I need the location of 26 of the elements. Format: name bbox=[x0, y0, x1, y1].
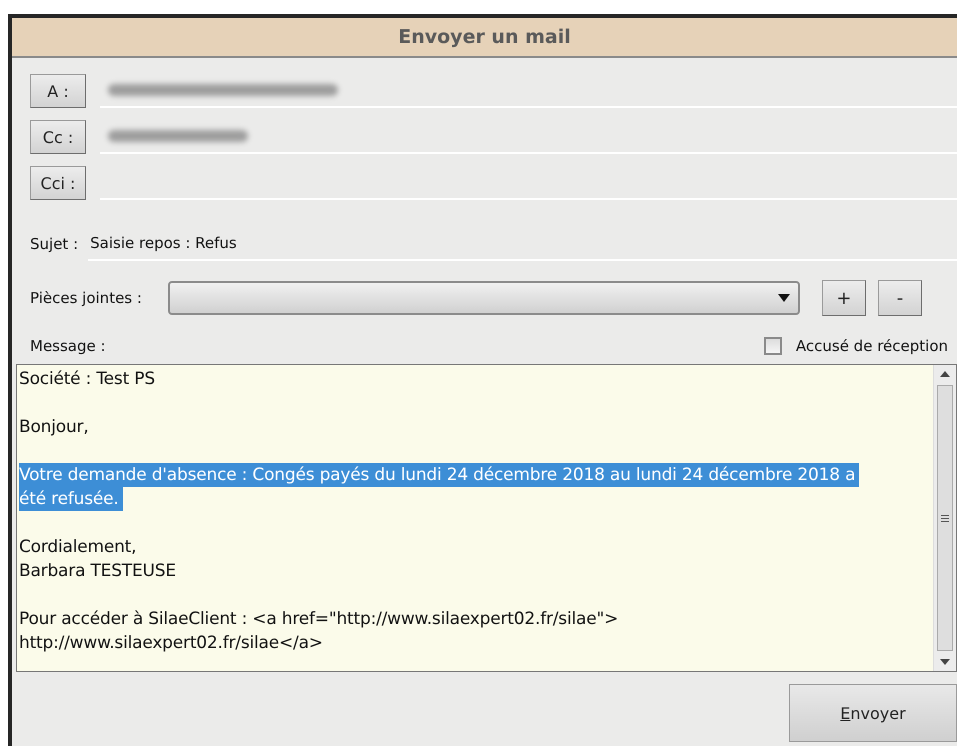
attachments-dropdown[interactable] bbox=[168, 281, 800, 315]
scroll-down-icon bbox=[940, 659, 950, 665]
scroll-thumb[interactable] bbox=[937, 385, 953, 651]
receipt-checkbox[interactable] bbox=[764, 337, 782, 355]
subject-label: Sujet : bbox=[30, 235, 78, 253]
remove-button[interactable]: - bbox=[878, 280, 922, 316]
caret-icon bbox=[778, 294, 790, 302]
recipient-button[interactable]: A : bbox=[30, 74, 86, 108]
message-line: http://www.silaexpert02.fr/silae</a> bbox=[19, 632, 323, 655]
message-line: Cordialement, bbox=[19, 511, 136, 559]
message-line: Société : Test PS bbox=[19, 368, 155, 391]
subject-field[interactable]: Saisie repos : Refus bbox=[88, 227, 957, 261]
scroll-up-icon bbox=[940, 371, 950, 377]
message-field[interactable] bbox=[16, 364, 957, 672]
message-label: Message : bbox=[30, 337, 106, 355]
scrollbar[interactable] bbox=[933, 365, 956, 671]
send-button[interactable]: Envoyer bbox=[789, 684, 957, 742]
add-button[interactable]: + bbox=[822, 280, 866, 316]
recipient-button[interactable]: Cc : bbox=[30, 120, 86, 154]
message-line: Barbara TESTEUSE bbox=[19, 560, 176, 583]
grip-icon bbox=[941, 514, 949, 522]
window-title: Envoyer un mail bbox=[12, 18, 957, 58]
receipt-label: Accusé de réception bbox=[796, 337, 948, 355]
message-line: Pour accéder à SilaeClient : <a href="http://www.silaexpert02.fr/silae"> bbox=[19, 583, 618, 631]
recipient-button[interactable]: Cci : bbox=[30, 166, 86, 200]
attachments-label: Pièces jointes : bbox=[30, 289, 142, 307]
